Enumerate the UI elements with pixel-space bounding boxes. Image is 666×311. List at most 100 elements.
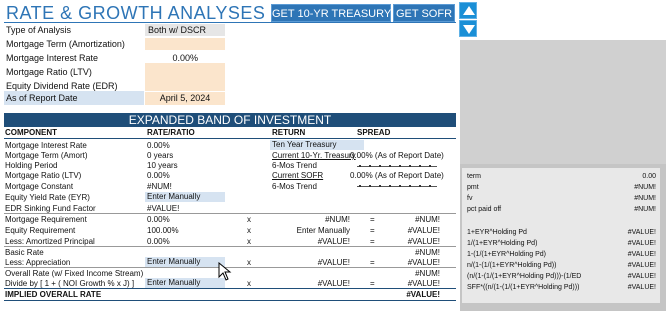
row-result: #VALUE! — [407, 258, 440, 267]
side-value: #NUM! — [634, 184, 656, 191]
row-result: #VALUE! — [407, 279, 440, 288]
side-label: pmt — [467, 184, 479, 191]
trend-label: 6-Mos Trend — [272, 182, 317, 191]
trend-point — [409, 185, 411, 187]
row-rate: 0.00% — [147, 141, 170, 150]
row-rate: #VALUE! — [147, 204, 180, 213]
scroll-down-button[interactable] — [459, 20, 477, 37]
times-sign: x — [247, 258, 251, 267]
side-value: #VALUE! — [627, 229, 656, 236]
row-result: #NUM! — [415, 215, 440, 224]
side-label: pct paid off — [467, 206, 502, 213]
row-mid: #NUM! — [325, 215, 350, 224]
equals-sign: = — [370, 279, 375, 288]
row-label: Holding Period — [5, 161, 58, 170]
trend-point — [429, 185, 431, 187]
equals-sign: = — [370, 237, 375, 246]
mortgage-term-input[interactable] — [145, 38, 225, 50]
mortgage-rate-label: Mortgage Interest Rate — [6, 53, 99, 63]
row-rate: 0.00% — [147, 237, 170, 246]
row-label: Equity Requirement — [5, 226, 76, 235]
row-rate: 0.00% — [147, 171, 170, 180]
type-of-analysis-select[interactable]: Both w/ DSCR — [145, 24, 225, 36]
row-rate: 100.00% — [147, 226, 179, 235]
row-label: Basic Rate — [5, 248, 44, 257]
trend-point — [399, 165, 401, 167]
arrow-up-icon — [463, 6, 475, 15]
trend-point — [389, 185, 391, 187]
side-label: 1+EYR^Holding Pd — [467, 229, 527, 236]
type-of-analysis-label: Type of Analysis — [6, 25, 72, 35]
side-value: 0.00 — [642, 173, 656, 180]
row-mid: #VALUE! — [317, 258, 350, 267]
section-rule — [4, 246, 456, 247]
trend-label: 6-Mos Trend — [272, 161, 317, 170]
ltv-edr-input[interactable] — [145, 63, 225, 91]
header-rule — [4, 138, 456, 139]
trend-point — [369, 185, 371, 187]
band-title: EXPANDED BAND OF INVESTMENT — [4, 113, 456, 127]
implied-overall-rate-value: #VALUE! — [406, 290, 440, 299]
col-rate-header: RATE/RATIO — [147, 128, 195, 137]
side-value: #NUM! — [634, 195, 656, 202]
trend-point — [379, 185, 381, 187]
eyr-input[interactable]: Enter Manually — [145, 192, 225, 202]
trend-point — [399, 185, 401, 187]
row-label: Overall Rate (w/ Fixed Income Stream) — [5, 269, 144, 278]
col-return-header: RETURN — [272, 128, 306, 137]
equals-sign: = — [370, 258, 375, 267]
side-label: n/(1-(1/(1+EYR^Holding Pd)) — [467, 262, 557, 269]
row-result: #VALUE! — [407, 237, 440, 246]
trend-point — [359, 185, 361, 187]
row-label: Divide by [ 1 + ( NOI Growth % x J) ] — [5, 279, 135, 288]
row-result: #NUM! — [415, 248, 440, 257]
report-date-input[interactable]: April 5, 2024 — [145, 92, 225, 105]
get-sofr-button[interactable]: GET SOFR — [393, 4, 455, 22]
side-value: #VALUE! — [627, 262, 656, 269]
section-rule — [4, 213, 456, 214]
row-result: #NUM! — [415, 269, 440, 278]
row-label: Less: Appreciation — [5, 258, 71, 267]
scroll-up-button[interactable] — [459, 2, 477, 19]
report-date-label: As of Report Date — [6, 93, 78, 103]
row-label: Mortgage Term (Amort) — [5, 151, 88, 160]
side-label: term — [467, 173, 481, 180]
side-value: #VALUE! — [627, 273, 656, 280]
arrow-down-icon — [463, 25, 475, 34]
mouse-cursor-icon — [218, 262, 232, 281]
current-sofr-value: 0.00% (As of Report Date) — [350, 171, 444, 180]
side-value: #VALUE! — [627, 284, 656, 291]
implied-overall-rate-label: IMPLIED OVERALL RATE — [5, 290, 102, 299]
trend-point — [379, 165, 381, 167]
row-rate: #NUM! — [147, 182, 172, 191]
row-mid: #VALUE! — [317, 237, 350, 246]
noi-growth-input[interactable]: Enter Manually — [145, 278, 225, 288]
row-label: Mortgage Requirement — [5, 215, 87, 224]
side-label: 1-(1/(1+EYR^Holding Pd) — [467, 251, 546, 258]
current-10yr-treasury-label: Current 10-Yr. Treasury — [272, 151, 356, 160]
row-label: Mortgage Ratio (LTV) — [5, 171, 82, 180]
row-mid: #VALUE! — [317, 279, 350, 288]
ten-year-treasury-label: Ten Year Treasury — [270, 140, 364, 150]
times-sign: x — [247, 226, 251, 235]
row-mid: Enter Manually — [296, 226, 350, 235]
bottom-rule — [4, 300, 456, 301]
get-10yr-treasury-button[interactable]: GET 10-YR TREASURY — [271, 4, 391, 22]
side-value: #VALUE! — [627, 240, 656, 247]
side-panel-top — [460, 40, 666, 164]
equals-sign: = — [370, 215, 375, 224]
row-label: EDR Sinking Fund Factor — [5, 204, 96, 213]
appreciation-input[interactable]: Enter Manually — [145, 257, 225, 267]
col-spread-header: SPREAD — [357, 128, 391, 137]
row-label: Equity Yield Rate (EYR) — [5, 193, 90, 202]
row-label: Mortgage Constant — [5, 182, 74, 191]
row-rate: 10 years — [147, 161, 178, 170]
row-result: #VALUE! — [407, 226, 440, 235]
col-component-header: COMPONENT — [5, 128, 57, 137]
trend-point — [359, 165, 361, 167]
row-label: Mortgage Interest Rate — [5, 141, 87, 150]
times-sign: x — [247, 215, 251, 224]
side-value: #VALUE! — [627, 251, 656, 258]
trend-point — [419, 165, 421, 167]
trend-point — [409, 165, 411, 167]
